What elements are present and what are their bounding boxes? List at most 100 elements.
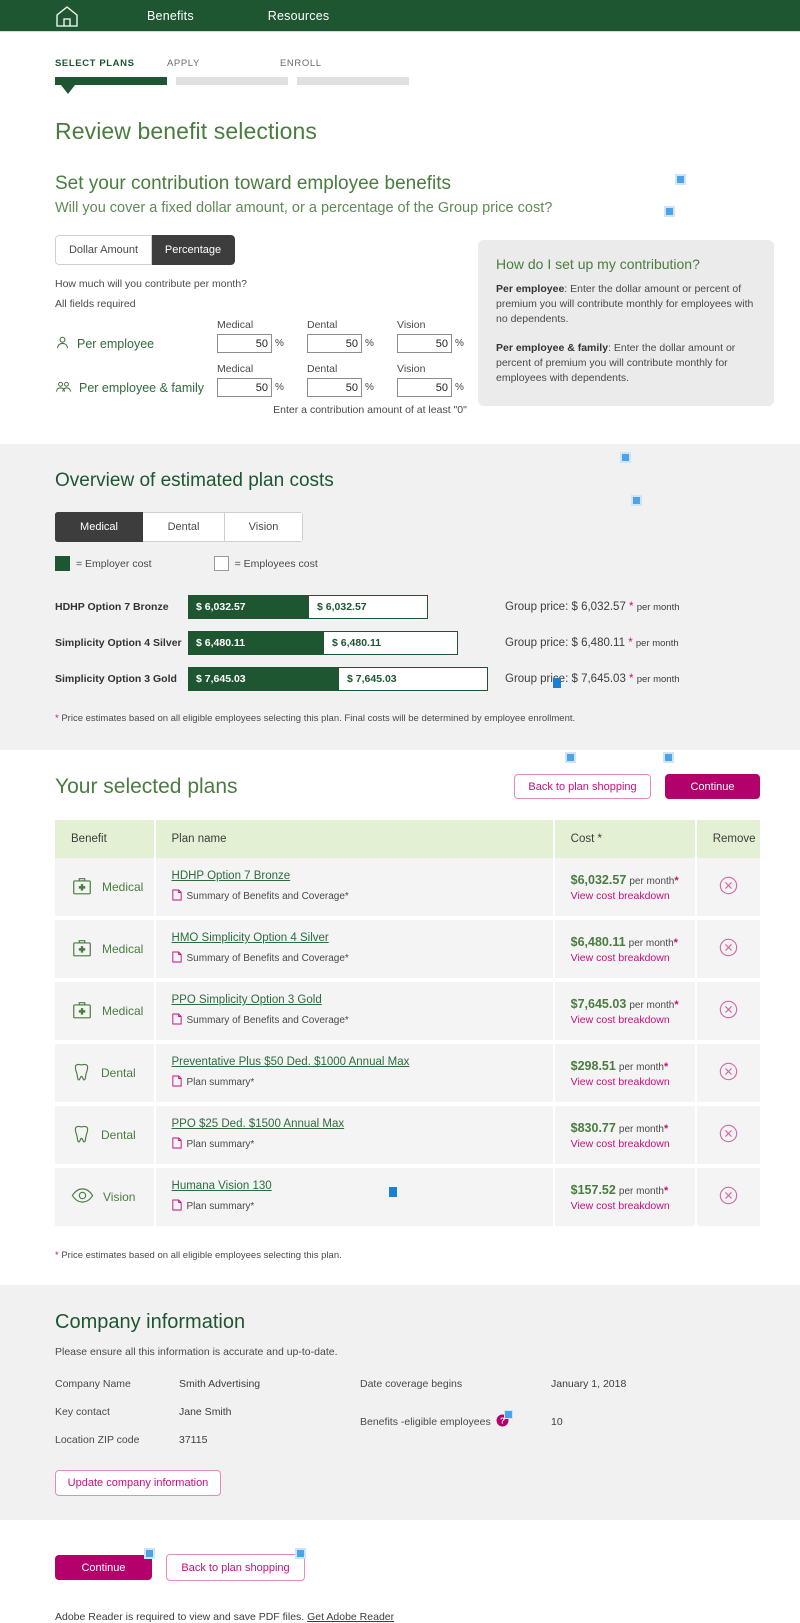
continue-button-top[interactable]: Continue [665,774,760,799]
cost-period: per month [629,999,675,1011]
tab-vision[interactable]: Vision [225,512,303,542]
legend-swatch-employee [213,556,229,571]
remove-plan-icon[interactable] [719,876,738,898]
legend-label-employer: = Employer cost [76,557,152,570]
asterisk: * [663,1060,669,1073]
group-price-value: 6,032.57 [581,601,626,613]
remove-plan-icon[interactable] [719,1186,738,1208]
annotation-marker[interactable] [631,495,642,506]
contribution-type-toggle[interactable]: Dollar Amount Percentage [55,235,235,265]
coverage-type-tabs[interactable]: Medical Dental Vision [55,512,303,542]
contribution-input-medical-employee[interactable] [217,334,272,353]
nav-link-resources[interactable]: Resources [268,9,330,23]
cost-cell: $830.77 per month* View cost breakdown [553,1104,697,1168]
asterisk: * [674,998,679,1011]
contribution-input-medical-family[interactable] [217,378,272,397]
bar-segment-employee: $ 6,480.11 [323,631,458,655]
bar-segment-employer: $ 7,645.03 [188,667,338,691]
view-cost-breakdown-link[interactable]: View cost breakdown [571,1076,670,1088]
cost-period: per month [629,875,675,887]
cost-period: per month [618,1123,664,1135]
remove-cell [695,980,760,1044]
selected-plans-footnote: * Price estimates based on all eligible … [55,1250,760,1261]
percent-sign: % [455,382,464,393]
annotation-marker[interactable] [675,174,686,185]
update-company-information-button[interactable]: Update company information [55,1470,221,1496]
group-price-value: 6,480.11 [581,637,625,649]
cost-amount: $830.77 [570,1120,616,1135]
view-cost-breakdown-link[interactable]: View cost breakdown [571,1200,670,1212]
plan-name-link[interactable]: Preventative Plus $50 Ded. $1000 Annual … [172,1056,410,1068]
plan-document-label[interactable]: Summary of Benefits and Coverage* [187,953,349,964]
document-icon [171,1075,182,1090]
asterisk: * [629,601,634,613]
column-header-remove: Remove [695,820,760,858]
adobe-reader-note: Adobe Reader is required to view and sav… [55,1611,760,1623]
percent-sign: % [365,338,374,349]
toggle-percentage[interactable]: Percentage [152,235,235,265]
view-cost-breakdown-link[interactable]: View cost breakdown [571,1014,670,1026]
annotation-marker[interactable] [664,206,675,217]
remove-plan-icon[interactable] [719,1000,738,1022]
plan-document-label[interactable]: Plan summary* [187,1201,255,1212]
tooth-icon [71,1123,92,1148]
contribution-row-label-per-employee: Per employee [55,335,217,353]
bar-category-label: HDHP Option 7 Bronze [55,601,169,613]
annotation-marker[interactable] [663,752,674,763]
back-to-plan-shopping-button-top[interactable]: Back to plan shopping [514,774,651,799]
company-info-left-column: Company Name Smith Advertising Key conta… [55,1378,360,1446]
question-badge-icon[interactable]: ? [496,1410,513,1430]
field-group-dental-family: Dental % [307,363,374,397]
field-caption-dental: Dental [307,363,338,375]
get-adobe-reader-link[interactable]: Get Adobe Reader [307,1611,394,1623]
contribution-input-vision-family[interactable] [397,378,452,397]
remove-plan-icon[interactable] [719,938,738,960]
home-icon[interactable] [55,5,79,27]
tab-dental[interactable]: Dental [143,512,225,542]
plan-document-label[interactable]: Plan summary* [187,1139,255,1150]
contribution-input-dental-employee[interactable] [307,334,362,353]
plan-name-link[interactable]: HMO Simplicity Option 4 Silver [172,932,329,944]
plan-name-link[interactable]: PPO $25 Ded. $1500 Annual Max [172,1118,345,1130]
benefit-cell: Medical [55,918,156,982]
plan-document-label[interactable]: Summary of Benefits and Coverage* [187,891,349,902]
field-label: Location ZIP code [55,1434,140,1446]
company-field: Location ZIP code 37115 [55,1434,360,1446]
remove-cell [695,858,760,920]
remove-plan-icon[interactable] [719,1062,738,1084]
percent-sign: % [275,338,284,349]
continue-button-bottom[interactable]: Continue [55,1555,152,1580]
plan-name-cell: Humana Vision 130 Plan summary* [154,1166,555,1230]
contribution-input-dental-family[interactable] [307,378,362,397]
help-card-title: How do I set up my contribution? [496,256,700,272]
view-cost-breakdown-link[interactable]: View cost breakdown [571,1138,670,1150]
plan-name-link[interactable]: PPO Simplicity Option 3 Gold [172,994,322,1006]
view-cost-breakdown-link[interactable]: View cost breakdown [571,890,670,902]
annotation-marker[interactable] [553,678,561,688]
asterisk: * [628,637,633,649]
bar-segment-employee: $ 7,645.03 [338,667,488,691]
back-to-plan-shopping-button-bottom[interactable]: Back to plan shopping [166,1554,305,1581]
field-caption-dental: Dental [307,319,338,331]
nav-link-benefits[interactable]: Benefits [147,9,194,23]
people-icon [55,379,72,397]
asterisk: * [55,1250,59,1261]
medical-kit-icon [71,875,93,900]
plan-name-link[interactable]: Humana Vision 130 [172,1180,272,1192]
group-price-prefix: Group price: $ [505,673,578,685]
plan-name-link[interactable]: HDHP Option 7 Bronze [172,870,291,882]
annotation-marker[interactable] [389,1187,397,1197]
asterisk: * [663,1184,669,1197]
contribution-input-vision-employee[interactable] [397,334,452,353]
plan-document-label[interactable]: Plan summary* [187,1077,255,1088]
field-caption-medical: Medical [217,363,254,375]
plan-document-label[interactable]: Summary of Benefits and Coverage* [187,1015,349,1026]
remove-plan-icon[interactable] [719,1124,738,1146]
cost-cell: $157.52 per month* View cost breakdown [553,1166,697,1230]
eye-icon [71,1187,94,1207]
annotation-marker[interactable] [565,752,576,763]
toggle-dollar-amount[interactable]: Dollar Amount [55,235,152,265]
view-cost-breakdown-link[interactable]: View cost breakdown [571,952,670,964]
annotation-marker[interactable] [620,452,631,463]
tab-medical[interactable]: Medical [55,512,143,542]
